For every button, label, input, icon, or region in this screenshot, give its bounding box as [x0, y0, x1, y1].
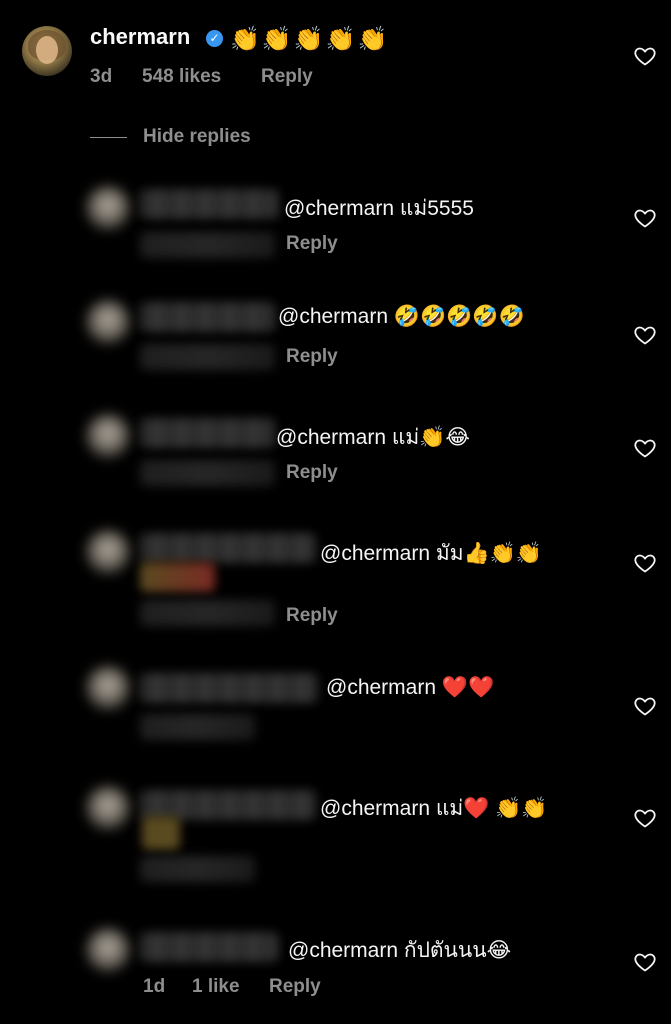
reply-text: @chermarn กัปตันนน😂 [288, 939, 512, 962]
heart-outline-icon[interactable] [633, 806, 657, 830]
reply-text: @chermarn 🤣🤣🤣🤣🤣 [278, 305, 525, 328]
reply-button[interactable]: Reply [286, 605, 338, 627]
reply-meta-blurred [140, 600, 275, 626]
verified-badge-icon: ✓ [206, 30, 223, 47]
heart-outline-icon[interactable] [633, 436, 657, 460]
reply-username-blurred [140, 302, 275, 332]
reply-meta-blurred [140, 232, 275, 258]
reply-button[interactable]: Reply [261, 66, 313, 88]
reply-meta-blurred [140, 856, 255, 882]
heart-outline-icon[interactable] [633, 694, 657, 718]
reply-text: @chermarn แม่👏😂 [276, 426, 470, 449]
reply-meta-blurred [140, 714, 255, 740]
comment-time: 3d [90, 66, 113, 87]
avatar[interactable] [22, 26, 72, 76]
reply-username-blurred [140, 533, 316, 563]
reply-button[interactable]: Reply [286, 233, 338, 255]
reply-text: @chermarn แม่5555 [284, 197, 474, 220]
heart-outline-icon[interactable] [633, 323, 657, 347]
reply-avatar-blurred[interactable] [86, 300, 130, 344]
reply-avatar-blurred[interactable] [86, 414, 130, 458]
reply-username-blurred [140, 673, 318, 703]
heart-outline-icon[interactable] [633, 206, 657, 230]
reply-avatar-blurred[interactable] [86, 666, 130, 710]
comment-text: 👏👏👏👏👏 [230, 26, 390, 53]
reply-button[interactable]: Reply [269, 976, 321, 998]
hide-replies-line [90, 137, 127, 138]
reply-avatar-blurred[interactable] [86, 530, 130, 574]
reply-meta-blurred [140, 344, 275, 370]
reply-avatar-blurred[interactable] [86, 928, 130, 972]
reply-username-blurred [140, 932, 278, 962]
comment-username[interactable]: chermarn [90, 24, 190, 50]
heart-outline-icon[interactable] [633, 44, 657, 68]
heart-outline-icon[interactable] [633, 950, 657, 974]
comment-time: 1d [143, 976, 166, 997]
reply-button[interactable]: Reply [286, 346, 338, 368]
reply-username-blurred [140, 189, 278, 219]
avatar-face [36, 36, 58, 64]
reply-text: @chermarn มัม👍👏👏 [320, 542, 542, 565]
reply-avatar-blurred[interactable] [86, 786, 130, 830]
reply-meta-blurred [140, 460, 275, 486]
reply-username-blurred [140, 418, 275, 448]
reply-emoji-blurred [142, 816, 180, 850]
hide-replies-button[interactable]: Hide replies [143, 126, 251, 148]
comment-likes[interactable]: 1 like [192, 976, 240, 998]
reply-text: @chermarn แม่❤️ 👏👏 [320, 797, 548, 820]
comment-likes[interactable]: 548 likes [142, 66, 221, 88]
reply-emoji-blurred [140, 562, 215, 592]
heart-outline-icon[interactable] [633, 551, 657, 575]
reply-button[interactable]: Reply [286, 462, 338, 484]
reply-avatar-blurred[interactable] [86, 186, 130, 230]
reply-text: @chermarn ❤️❤️ [326, 676, 495, 699]
